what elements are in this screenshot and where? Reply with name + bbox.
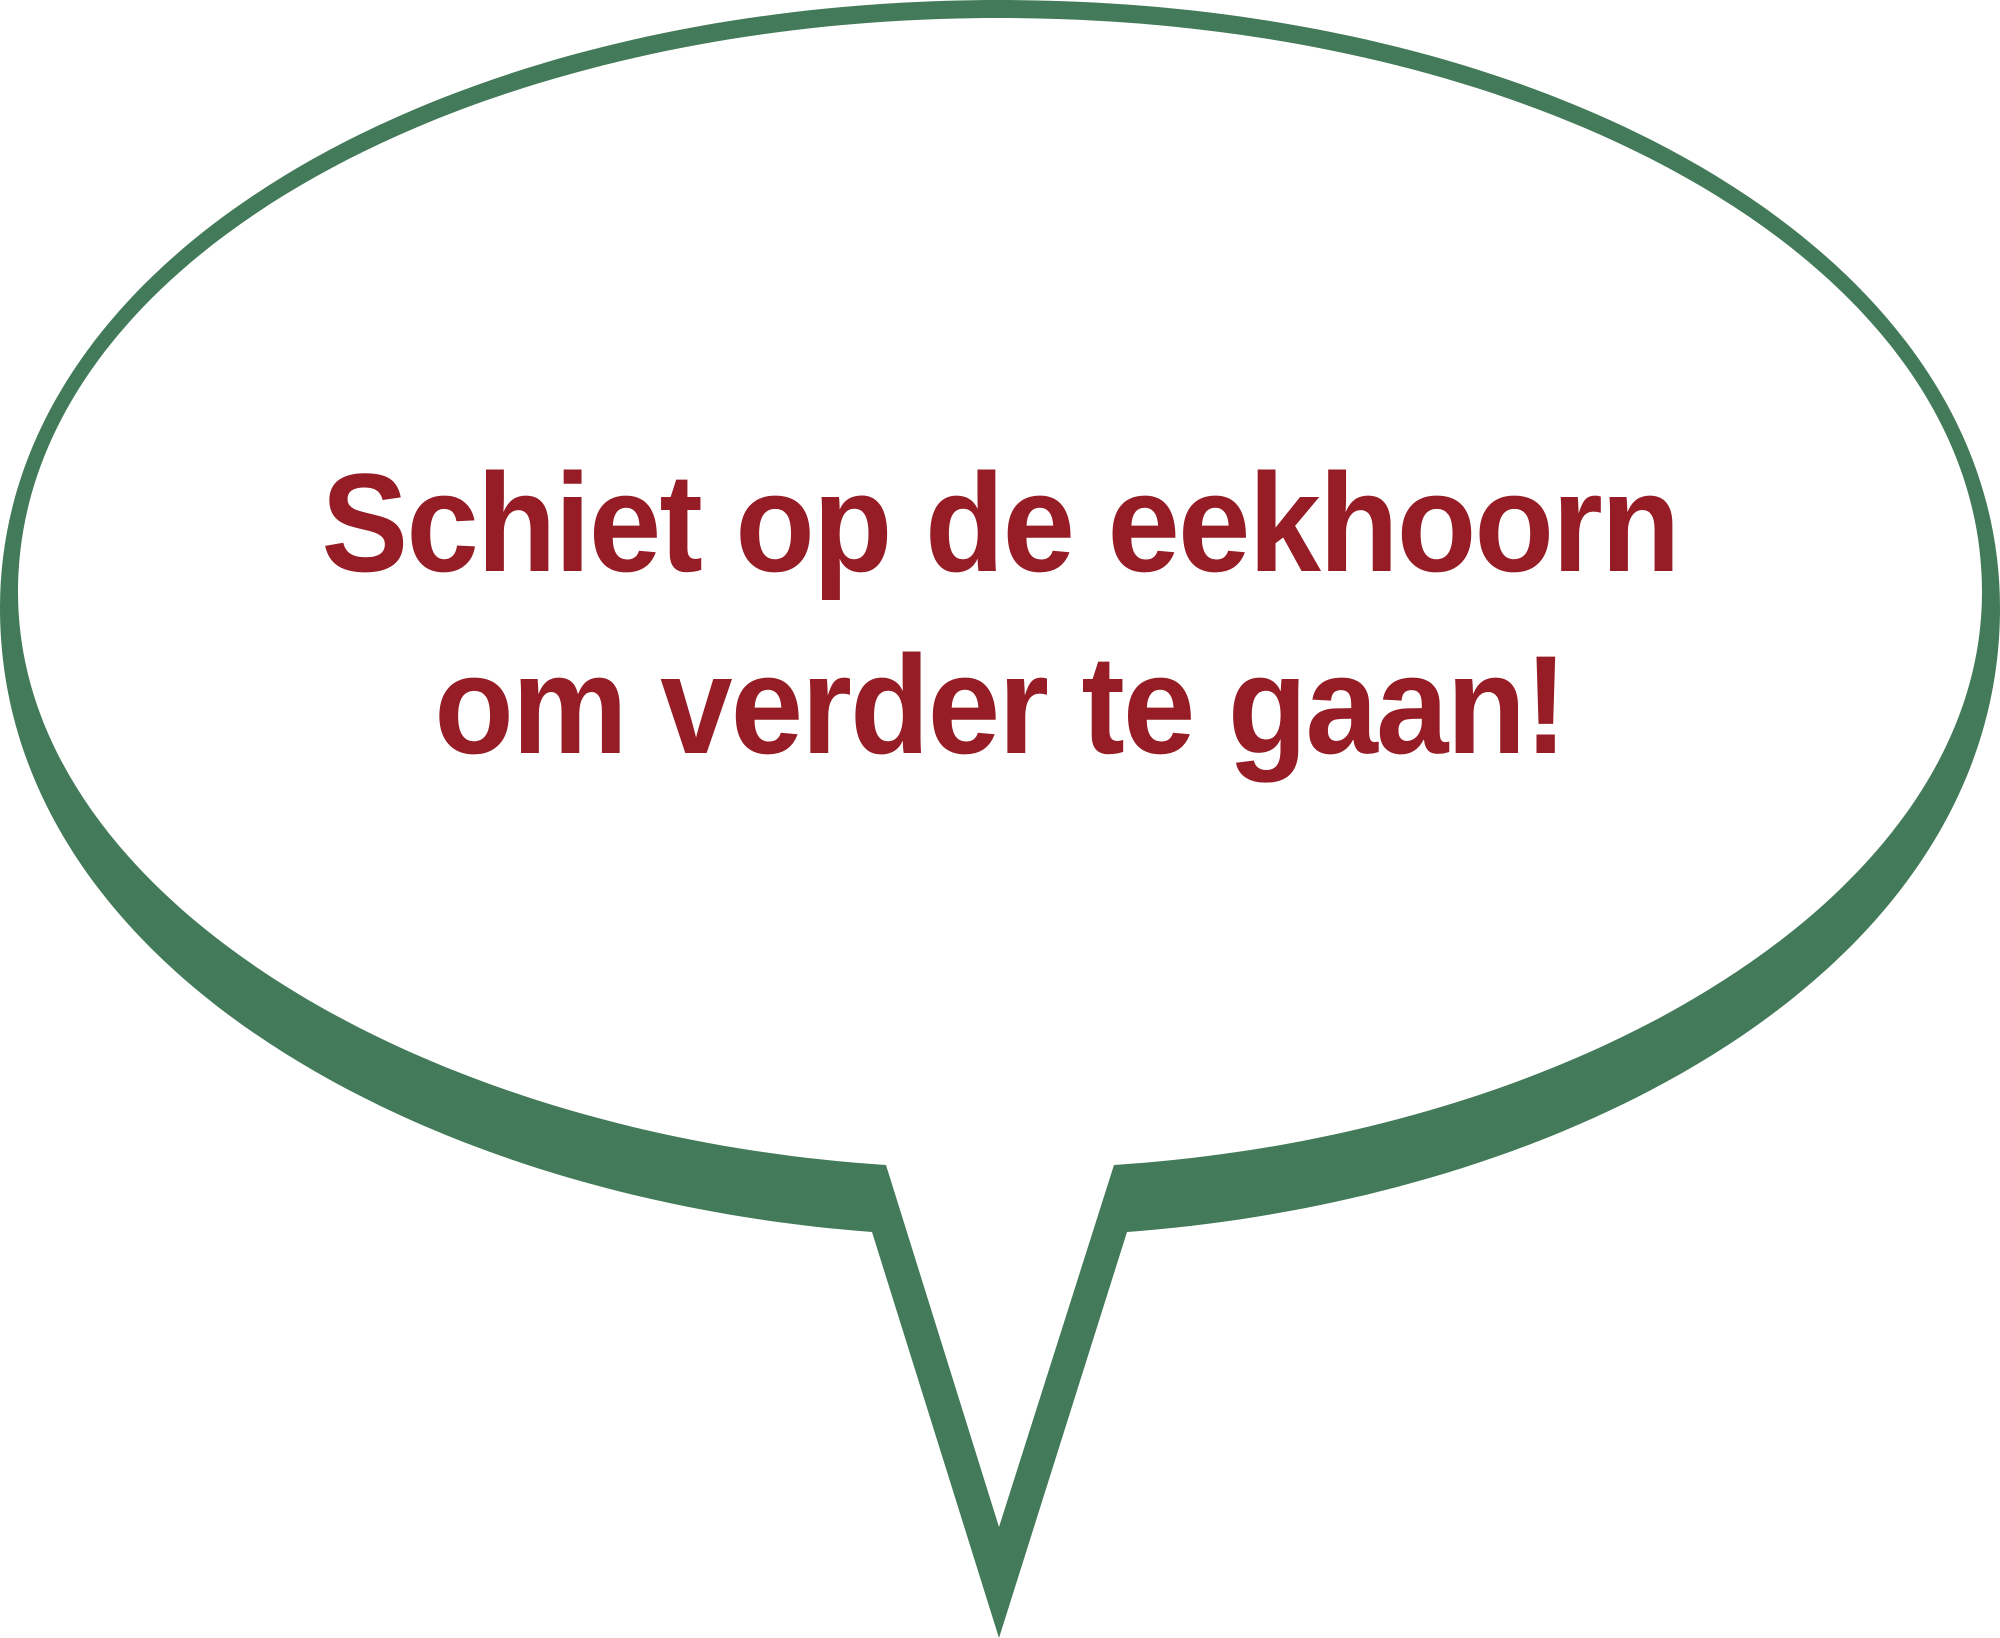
message-line-1: Schiet op de eekhoorn bbox=[321, 444, 1680, 601]
message-line-2: om verder te gaan! bbox=[434, 626, 1567, 783]
speech-bubble-canvas: Schiet op de eekhoorn om verder te gaan! bbox=[0, 0, 2000, 1638]
speech-bubble-message: Schiet op de eekhoorn om verder te gaan! bbox=[70, 432, 1930, 796]
speech-bubble bbox=[0, 0, 2000, 1638]
